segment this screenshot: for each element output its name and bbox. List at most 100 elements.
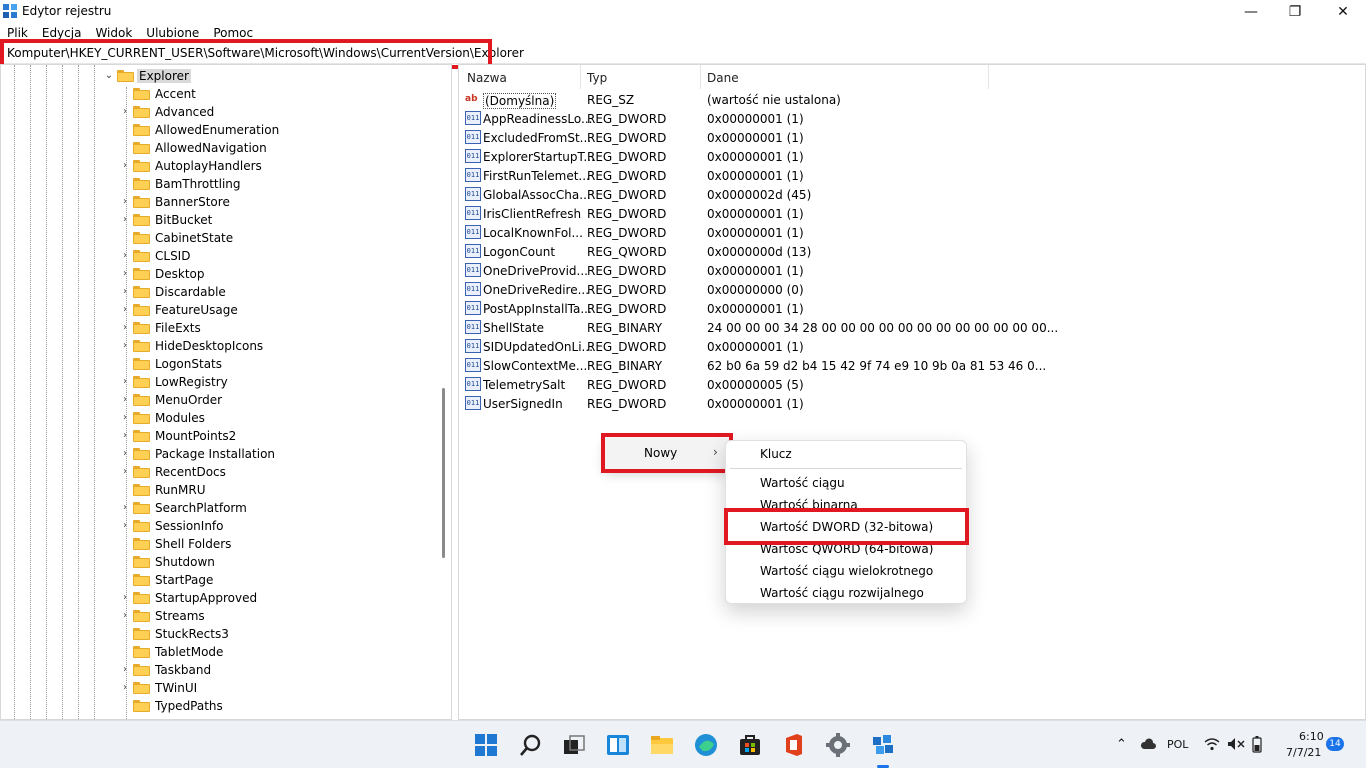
tree-item[interactable]: › Advanced [1, 103, 441, 121]
tree-item[interactable]: › Modules [1, 409, 441, 427]
chevron-right-icon[interactable]: › [120, 395, 130, 405]
tree-item[interactable]: Accent [1, 85, 441, 103]
tree-item[interactable]: › MountPoints2 [1, 427, 441, 445]
chevron-right-icon[interactable]: › [120, 521, 130, 531]
file-explorer-icon[interactable] [649, 732, 675, 758]
task-view-icon[interactable] [561, 732, 587, 758]
chevron-right-icon[interactable]: › [120, 323, 130, 333]
chevron-right-icon[interactable]: › [120, 503, 130, 513]
chevron-right-icon[interactable]: › [120, 161, 130, 171]
tree-item[interactable]: › SessionInfo [1, 517, 441, 535]
tree-item[interactable]: › BitBucket [1, 211, 441, 229]
chevron-right-icon[interactable]: › [120, 269, 130, 279]
close-button[interactable]: ✕ [1320, 0, 1366, 24]
value-row[interactable]: 011 IrisClientRefresh REG_DWORD 0x00000001 … [459, 204, 1359, 223]
tree-item[interactable]: › RecentDocs [1, 463, 441, 481]
tree-item[interactable]: RunMRU [1, 481, 441, 499]
chevron-right-icon[interactable]: › [120, 431, 130, 441]
language-indicator[interactable]: POL [1167, 738, 1188, 751]
chevron-right-icon[interactable]: › [120, 683, 130, 693]
tree-item[interactable]: › FeatureUsage [1, 301, 441, 319]
battery-icon[interactable] [1252, 736, 1262, 753]
column-separator[interactable] [580, 65, 581, 89]
settings-icon[interactable] [825, 732, 851, 758]
chevron-right-icon[interactable]: › [120, 413, 130, 423]
clock-date[interactable]: 7/7/21 [1286, 746, 1321, 759]
tree-item[interactable]: › LowRegistry [1, 373, 441, 391]
tree-item[interactable]: › Taskband [1, 661, 441, 679]
tree-item[interactable]: TabletMode [1, 643, 441, 661]
tree-item[interactable]: BamThrottling [1, 175, 441, 193]
value-row[interactable]: 011 GlobalAssocCha... REG_DWORD 0x0000002d … [459, 185, 1359, 204]
tree-item[interactable]: AllowedEnumeration [1, 121, 441, 139]
widgets-icon[interactable] [605, 732, 631, 758]
column-separator[interactable] [988, 65, 989, 89]
value-row[interactable]: 011 SIDUpdatedOnLi... REG_DWORD 0x00000001 … [459, 337, 1359, 356]
value-row[interactable]: 011 PostAppInstallTa... REG_DWORD 0x0000000… [459, 299, 1359, 318]
tree-item[interactable]: Shutdown [1, 553, 441, 571]
tree-item[interactable]: › MenuOrder [1, 391, 441, 409]
menu-item-string-value[interactable]: Wartość ciągu [760, 476, 845, 490]
tree-item[interactable]: LogonStats [1, 355, 441, 373]
chevron-right-icon[interactable]: › [120, 341, 130, 351]
chevron-right-icon[interactable]: › [120, 107, 130, 117]
tree-item[interactable]: › Package Installation [1, 445, 441, 463]
column-name-header[interactable]: Nazwa [467, 71, 507, 85]
chevron-right-icon[interactable]: › [120, 215, 130, 225]
maximize-button[interactable]: ❐ [1272, 0, 1318, 24]
chevron-right-icon[interactable]: › [120, 287, 130, 297]
clock-time[interactable]: 6:10 [1299, 730, 1324, 743]
value-row[interactable]: 011 SlowContextMe... REG_BINARY 62 b0 6a 59… [459, 356, 1359, 375]
column-type-header[interactable]: Typ [587, 71, 607, 85]
tree-item[interactable]: › TWinUI [1, 679, 441, 697]
office-icon[interactable] [781, 732, 807, 758]
search-icon[interactable] [518, 732, 544, 758]
tree-item[interactable]: StuckRects3 [1, 625, 441, 643]
registry-editor-taskbar-icon[interactable] [870, 732, 896, 758]
chevron-right-icon[interactable]: › [120, 611, 130, 621]
tree-item[interactable]: › BannerStore [1, 193, 441, 211]
value-row[interactable]: 011 OneDriveProvid... REG_DWORD 0x00000001 … [459, 261, 1359, 280]
value-row[interactable]: 011 AppReadinessLo... REG_DWORD 0x00000001 … [459, 109, 1359, 128]
chevron-right-icon[interactable]: › [120, 449, 130, 459]
tree-item[interactable]: › StartupApproved [1, 589, 441, 607]
value-row[interactable]: 011 UserSignedIn REG_DWORD 0x00000001 (1) [459, 394, 1359, 413]
chevron-right-icon[interactable]: › [120, 665, 130, 675]
value-row[interactable]: 011 ShellState REG_BINARY 24 00 00 00 34 28… [459, 318, 1359, 337]
chevron-down-icon[interactable]: ⌄ [104, 71, 114, 81]
tree-item[interactable]: StartPage [1, 571, 441, 589]
tree-item[interactable]: › AutoplayHandlers [1, 157, 441, 175]
tree-item-explorer[interactable]: ⌄ Explorer [1, 67, 441, 85]
tree-item[interactable]: Shell Folders [1, 535, 441, 553]
tree-item[interactable]: › HideDesktopIcons [1, 337, 441, 355]
chevron-right-icon[interactable]: › [120, 251, 130, 261]
tree-item[interactable]: › CLSID [1, 247, 441, 265]
tree-item[interactable]: › Desktop [1, 265, 441, 283]
chevron-right-icon[interactable]: › [120, 467, 130, 477]
cloud-icon[interactable] [1140, 738, 1156, 750]
tree-item[interactable]: TypedPaths [1, 697, 441, 715]
value-row[interactable]: 011 ExcludedFromSt... REG_DWORD 0x00000001 … [459, 128, 1359, 147]
tree-scrollbar[interactable] [442, 388, 445, 558]
value-row[interactable]: 011 FirstRunTelemet... REG_DWORD 0x00000001… [459, 166, 1359, 185]
chevron-right-icon[interactable]: › [120, 197, 130, 207]
volume-muted-icon[interactable] [1227, 737, 1245, 751]
edge-icon[interactable] [693, 732, 719, 758]
menu-item-expandable-string-value[interactable]: Wartość ciągu rozwijalnego [760, 586, 924, 600]
column-separator[interactable] [700, 65, 701, 89]
tree-item[interactable]: › SearchPlatform [1, 499, 441, 517]
wifi-icon[interactable] [1204, 737, 1220, 751]
value-row[interactable]: 011 TelemetrySalt REG_DWORD 0x00000005 (5) [459, 375, 1359, 394]
tree-item[interactable]: CabinetState [1, 229, 441, 247]
tree-item[interactable]: › Streams [1, 607, 441, 625]
value-row[interactable]: ab (Domyślna) REG_SZ (wartość nie ustalona) [459, 90, 1359, 109]
minimize-button[interactable]: — [1228, 0, 1274, 24]
value-row[interactable]: 011 LogonCount REG_QWORD 0x0000000d (13) [459, 242, 1359, 261]
menu-item-multi-string-value[interactable]: Wartość ciągu wielokrotnego [760, 564, 933, 578]
chevron-right-icon[interactable]: › [120, 377, 130, 387]
start-icon[interactable] [473, 732, 499, 758]
value-row[interactable]: 011 OneDriveRedire... REG_DWORD 0x00000000 … [459, 280, 1359, 299]
chevron-right-icon[interactable]: › [120, 593, 130, 603]
notification-badge[interactable]: 14 [1326, 737, 1344, 751]
values-pane[interactable]: Nazwa Typ Dane ab (Domyślna) REG_SZ (wartoś… [458, 64, 1366, 720]
